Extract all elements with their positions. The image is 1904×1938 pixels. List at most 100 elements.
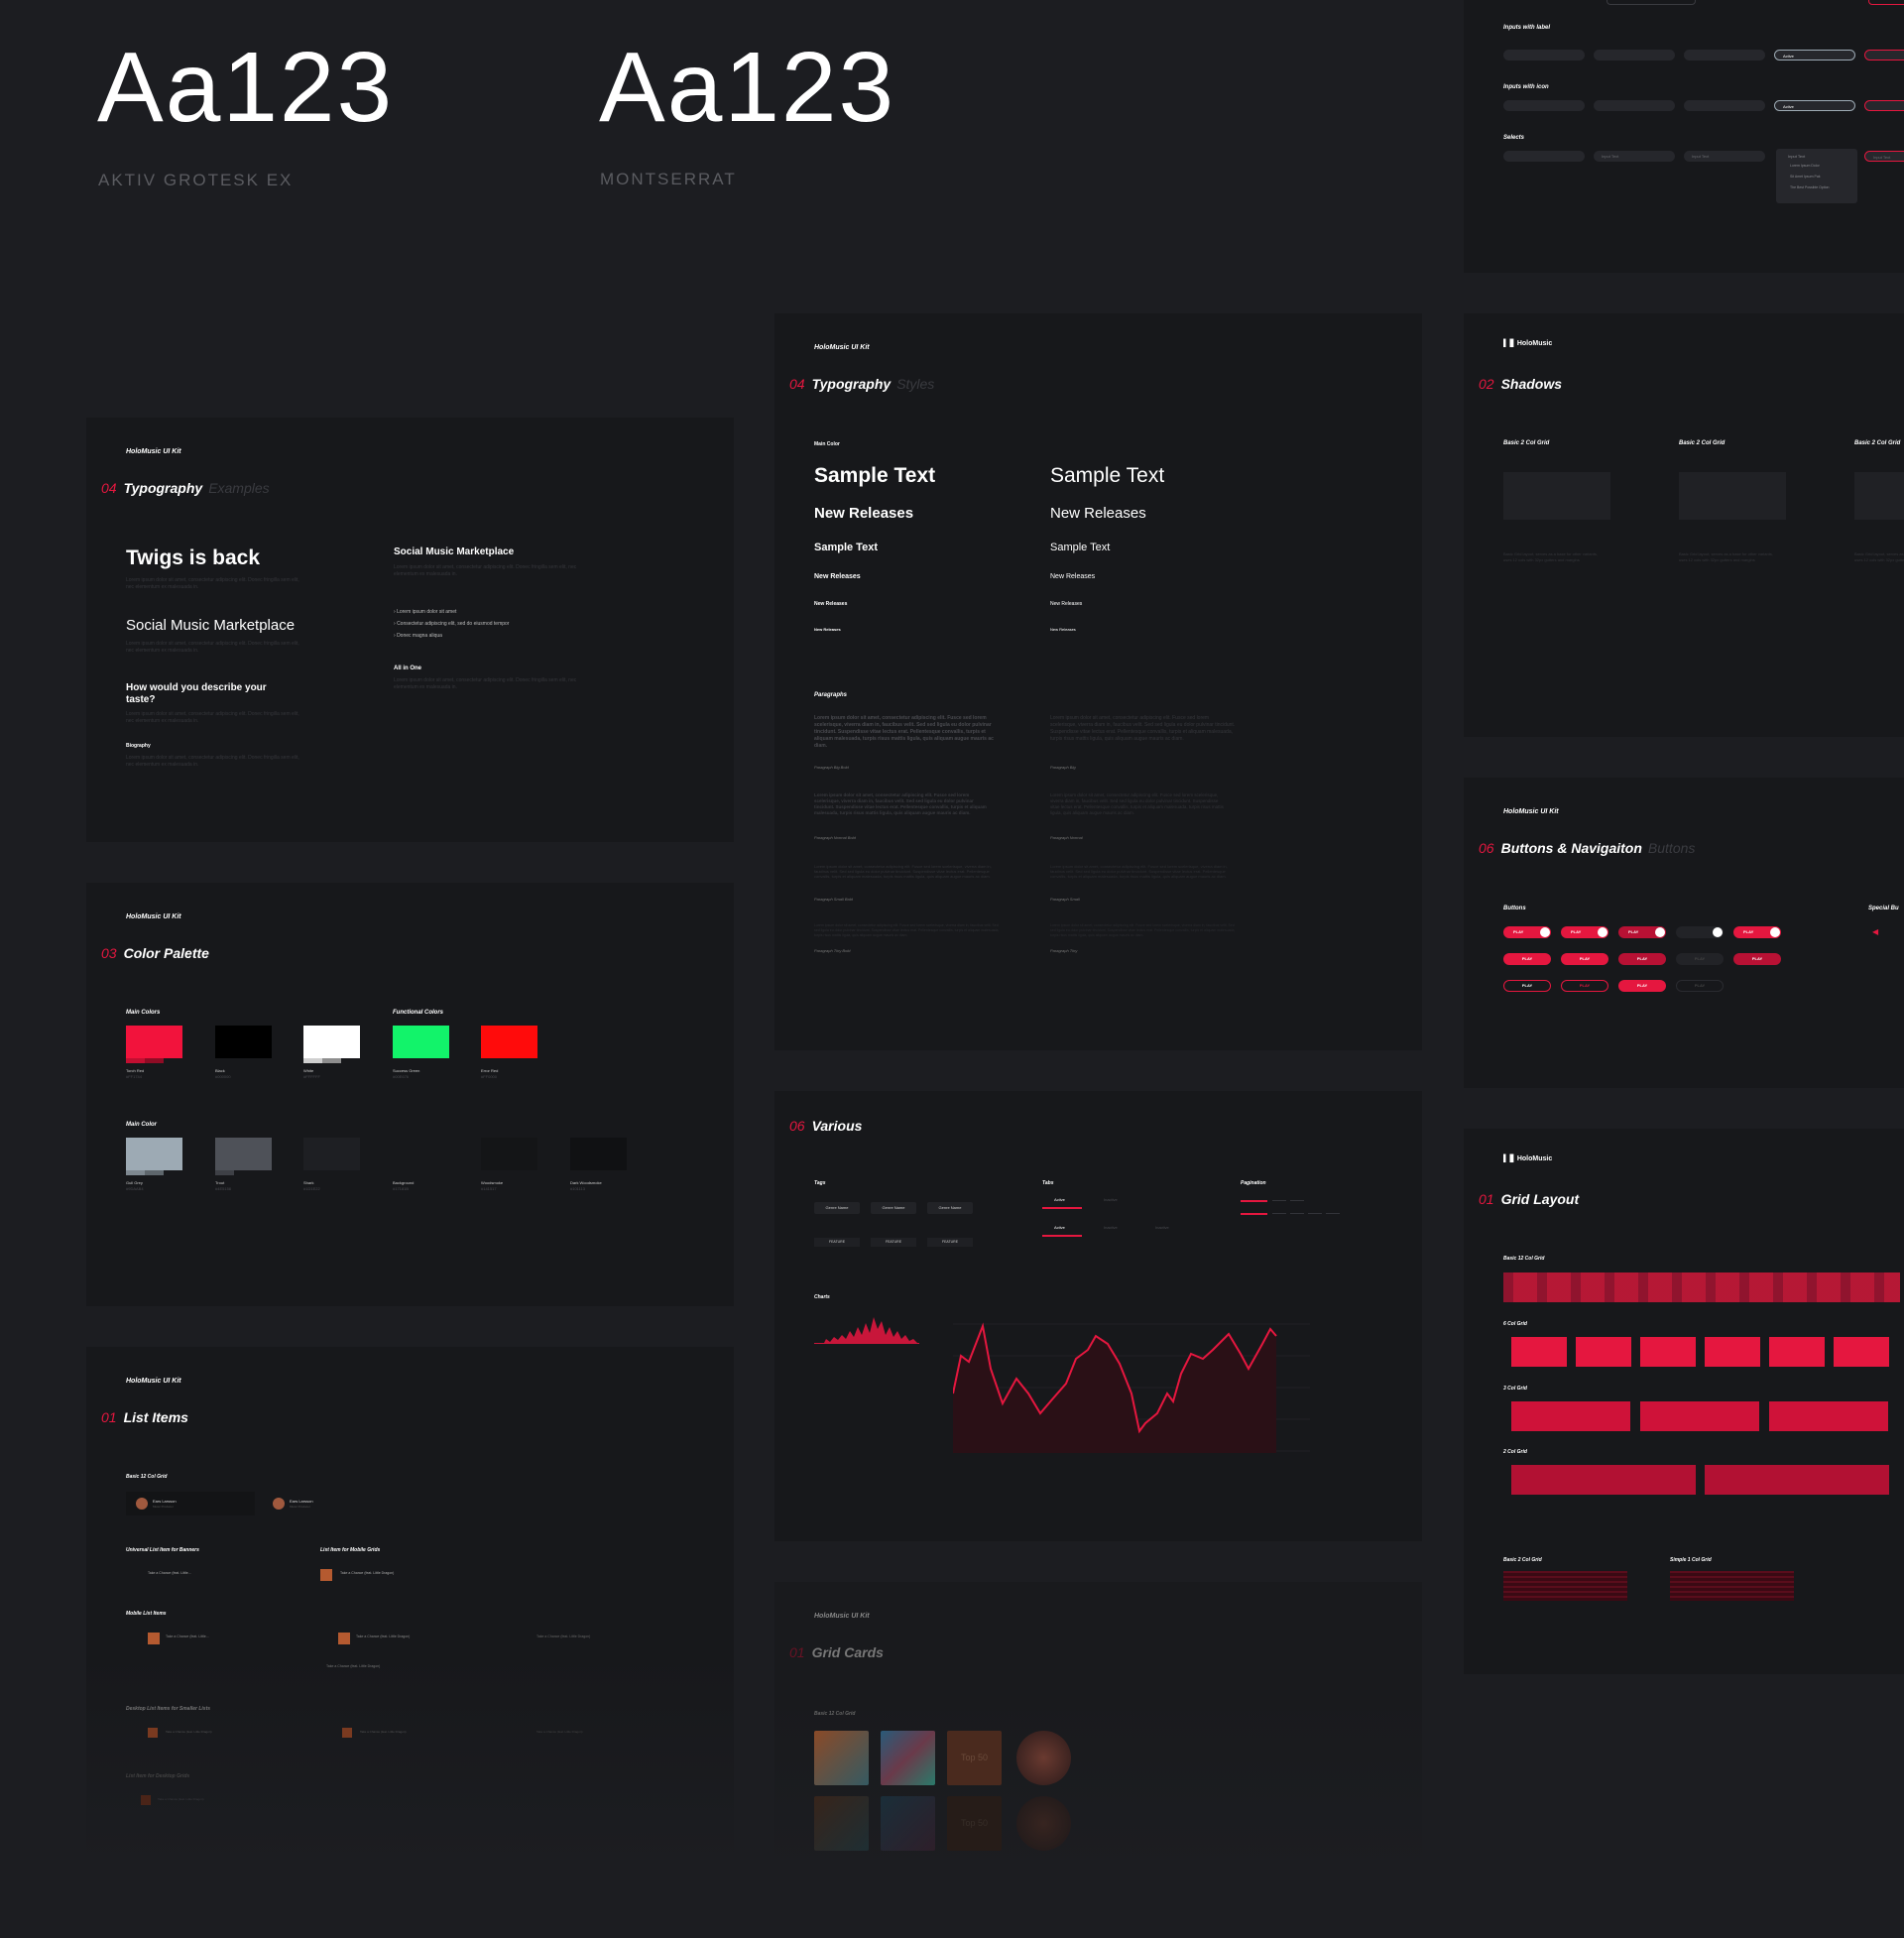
shadow-desc: Basic Grid layout, serves as a base for …	[1854, 551, 1904, 562]
music-card-top50[interactable]: Top 50	[947, 1731, 1002, 1785]
play-button[interactable]: PLAY	[1561, 926, 1608, 938]
play-button[interactable]: PLAY	[1733, 953, 1781, 965]
search-input[interactable]	[1503, 100, 1585, 111]
search-input[interactable]	[1594, 100, 1675, 111]
song-title[interactable]: Take a Chance (feat. Little Dragon)	[158, 1797, 204, 1801]
search-input-error[interactable]	[1864, 100, 1904, 111]
section-title: 06 Buttons & Navigaiton Buttons	[1479, 840, 1696, 856]
section-title: 01 Grid Cards	[789, 1644, 884, 1660]
grid-cards-board: HoloMusic UI Kit 01 Grid Cards Basic 12 C…	[774, 1582, 1422, 1870]
paragraph-label: Paragraph Normal Bold	[814, 835, 856, 840]
song-title[interactable]: Take a Chance (feat. Little...	[166, 1635, 209, 1638]
song-title[interactable]: Take a Chance (feat. Little...	[148, 1571, 191, 1575]
genre-tag[interactable]: Genre Name	[814, 1202, 860, 1214]
pagination-dot[interactable]	[1326, 1213, 1340, 1214]
artist-card[interactable]	[1016, 1796, 1071, 1851]
swatch-background	[393, 1138, 449, 1170]
search-input[interactable]	[1684, 100, 1765, 111]
swatch-name: Dark Woodsmoke	[570, 1180, 602, 1185]
play-button-disabled[interactable]: PLAY	[1676, 953, 1724, 965]
input-field[interactable]	[1606, 0, 1696, 5]
input-field-error[interactable]	[1868, 0, 1904, 5]
play-button-outline[interactable]: PLAY	[1503, 980, 1551, 992]
pagination-active[interactable]	[1241, 1213, 1267, 1215]
example-lorem: Lorem ipsum dolor sit amet, consectetur …	[394, 564, 577, 577]
section-title: 02 Shadows	[1479, 376, 1563, 392]
genre-tag[interactable]: Genre Name	[927, 1202, 973, 1214]
play-button-disabled[interactable]: PLAY	[1676, 980, 1724, 992]
tab-inactive[interactable]: Inactive	[1104, 1225, 1118, 1230]
pagination-dot[interactable]	[1272, 1213, 1286, 1214]
pagination-active[interactable]	[1241, 1200, 1267, 1202]
feature-badge: FEATURE	[871, 1238, 916, 1247]
paragraph-label: Paragraph Small Bold	[814, 897, 853, 902]
select-field-error[interactable]: Input Text	[1864, 151, 1904, 162]
select-field[interactable]: Input Text	[1594, 151, 1675, 162]
grid-2-col-cell	[1705, 1465, 1889, 1495]
play-button[interactable]: PLAY	[1618, 953, 1666, 965]
song-title[interactable]: Take a Chance (feat. Little Dragon)	[360, 1730, 407, 1734]
tab-active[interactable]: Active	[1042, 1197, 1082, 1209]
tab-inactive[interactable]: Inactive	[1155, 1225, 1169, 1230]
play-button[interactable]: PLAY	[1503, 953, 1551, 965]
swatch-name: Trout	[215, 1180, 225, 1185]
person-role: Music Producer	[153, 1505, 174, 1509]
avatar	[273, 1498, 285, 1510]
search-input-active[interactable]: Active	[1774, 100, 1855, 111]
pagination-dot[interactable]	[1290, 1213, 1304, 1214]
pagination-dot[interactable]	[1290, 1200, 1304, 1201]
select-option[interactable]: Sit Amet Ipsum Pak	[1790, 175, 1821, 179]
play-button-outline[interactable]: PLAY	[1561, 980, 1608, 992]
pagination-dot[interactable]	[1272, 1200, 1286, 1201]
select-dropdown-open[interactable]: Input Text Lorem Ipsum Dolor Sit Amet Ip…	[1776, 149, 1857, 203]
music-card[interactable]	[814, 1796, 869, 1851]
music-card[interactable]	[881, 1796, 935, 1851]
music-card[interactable]	[881, 1731, 935, 1785]
charts-label: Charts	[814, 1294, 830, 1300]
song-title[interactable]: Take a Chance (feat. Little Dragon)	[536, 1730, 583, 1734]
tab-inactive[interactable]: Inactive	[1104, 1197, 1118, 1202]
select-field[interactable]: Input Text	[1684, 151, 1765, 162]
artist-card[interactable]	[1016, 1731, 1071, 1785]
song-title[interactable]: Take a Chance (feat. Little Dragon)	[340, 1571, 394, 1575]
tab-active[interactable]: Active	[1042, 1225, 1082, 1237]
song-title[interactable]: Take a Chance (feat. Little Dragon)	[326, 1664, 380, 1668]
play-button[interactable]: PLAY	[1618, 926, 1666, 938]
list-item-person[interactable]: Ears Larsson Music Producer	[263, 1492, 392, 1515]
input-field-error[interactable]	[1864, 50, 1904, 61]
select-field[interactable]	[1503, 151, 1585, 162]
song-title[interactable]: Take a Chance (feat. Little Dragon)	[166, 1730, 212, 1734]
play-button[interactable]: PLAY	[1503, 926, 1551, 938]
music-card-top50[interactable]: Top 50	[947, 1796, 1002, 1851]
select-option[interactable]: Lorem Ipsum Dolor	[1790, 164, 1820, 168]
feature-badge: FEATURE	[814, 1238, 860, 1247]
song-title[interactable]: Take a Chance (feat. Little Dragon)	[356, 1635, 410, 1638]
play-button-disabled[interactable]	[1676, 926, 1724, 938]
play-button[interactable]: PLAY	[1561, 953, 1608, 965]
paragraph-label: Paragraph Normal	[1050, 835, 1083, 840]
swatch-hex: #1D1E22	[303, 1186, 320, 1191]
style-h5-bold: New Releases	[814, 601, 848, 607]
volume-icon[interactable]: ◀	[1872, 927, 1878, 936]
brand-logo: ▌▐▌ HoloMusic	[1503, 1155, 1553, 1162]
input-field[interactable]	[1594, 50, 1675, 61]
song-title[interactable]: Take a Chance (feat. Little Dragon)	[536, 1635, 590, 1638]
genre-tag[interactable]: Genre Name	[871, 1202, 916, 1214]
selects-heading: Selects	[1503, 135, 1525, 141]
play-button[interactable]: PLAY	[1618, 980, 1666, 992]
grid-row-label: 6 Col Grid	[1503, 1321, 1527, 1327]
album-art	[338, 1633, 350, 1644]
pagination-label: Pagination	[1241, 1180, 1266, 1186]
style-h2-regular: New Releases	[1050, 505, 1146, 522]
main-color-label: Main Color	[126, 1122, 157, 1128]
list-item-person[interactable]: Ears Larsson Music Producer	[126, 1492, 255, 1515]
grid-3-col-cell	[1640, 1401, 1759, 1431]
input-field[interactable]	[1503, 50, 1585, 61]
font-sample-aktiv: Aa123	[97, 32, 395, 143]
select-option[interactable]: The Best Possible Option	[1790, 185, 1830, 189]
music-card[interactable]	[814, 1731, 869, 1785]
input-field[interactable]	[1684, 50, 1765, 61]
play-button[interactable]: PLAY	[1733, 926, 1781, 938]
pagination-dot[interactable]	[1308, 1213, 1322, 1214]
input-field-active[interactable]: Active	[1774, 50, 1855, 61]
